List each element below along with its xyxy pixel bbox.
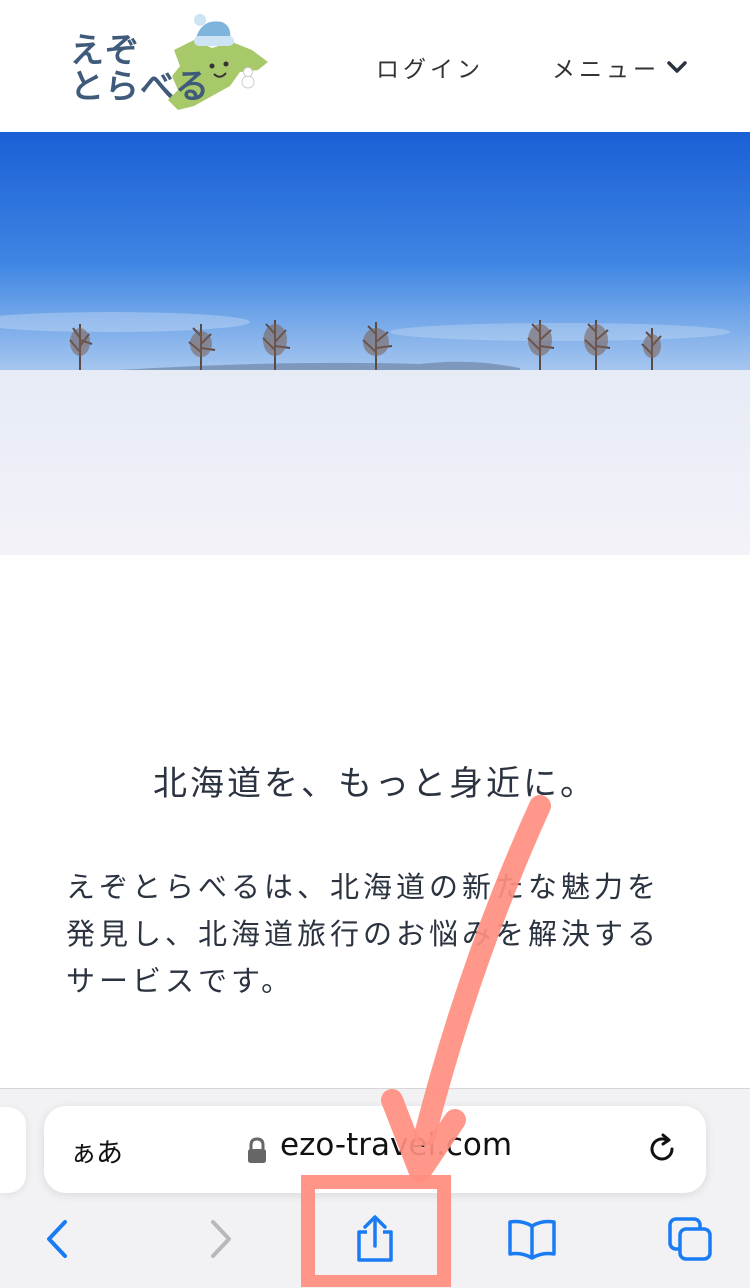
reload-icon[interactable] [644, 1131, 680, 1167]
intro-paragraph: えぞとらべるは、北海道の新たな魅力を発見し、北海道旅行のお悩みを解決するサービス… [66, 870, 661, 998]
book-icon [508, 1219, 556, 1260]
chevron-left-icon [47, 1220, 67, 1258]
previous-tab-edge[interactable] [0, 1107, 26, 1193]
share-icon [357, 1215, 393, 1262]
chevron-right-icon [211, 1220, 231, 1258]
menu-button[interactable]: メニュー [552, 50, 688, 84]
site-logo[interactable]: えぞ とらべる [62, 10, 282, 120]
page-headline: 北海道を、もっと身近に。 [153, 764, 597, 804]
tabs-button[interactable] [660, 1209, 720, 1269]
chevron-down-icon [667, 61, 687, 73]
menu-label: メニュー [552, 57, 660, 83]
back-button[interactable] [28, 1209, 88, 1269]
lock-icon [248, 1137, 266, 1163]
bookmarks-button[interactable] [502, 1209, 562, 1269]
address-bar[interactable]: ぁあ ezo-travel.com [44, 1106, 706, 1193]
login-link[interactable]: ログイン [376, 50, 484, 84]
logo-text-line1: えぞ [70, 31, 140, 71]
share-button[interactable] [345, 1209, 405, 1269]
logo-text-line2: とらべる [70, 67, 210, 107]
site-header: えぞ とらべる ログイン メニュー [0, 0, 750, 132]
text-size-button[interactable]: ぁあ [70, 1131, 123, 1170]
tabs-icon [668, 1217, 712, 1261]
browser-bottom-bar: ぁあ ezo-travel.com [0, 1088, 750, 1288]
forward-button[interactable] [190, 1209, 250, 1269]
hero-image [0, 132, 750, 555]
url-text[interactable]: ezo-travel.com [280, 1127, 512, 1163]
